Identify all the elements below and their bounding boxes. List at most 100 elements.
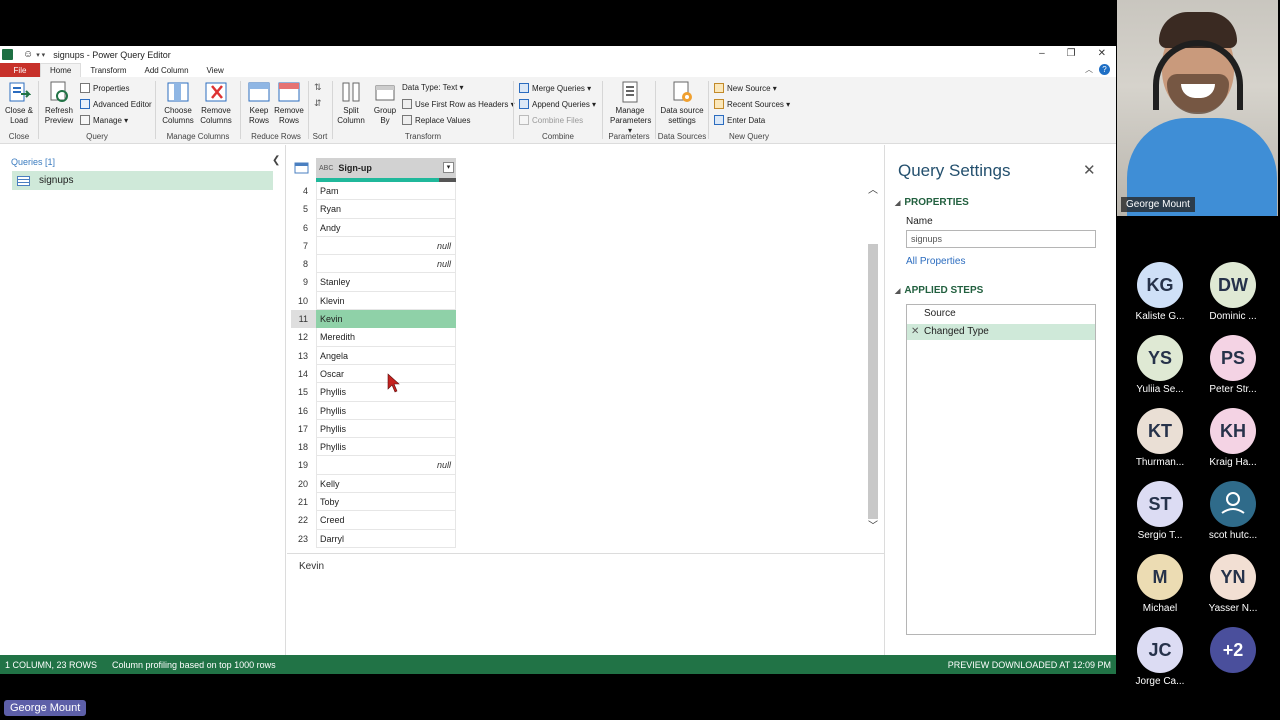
row-number[interactable]: 17 bbox=[291, 420, 316, 438]
remove-rows-button[interactable]: Remove Rows bbox=[272, 80, 306, 126]
quick-access-dropdown-icon[interactable]: ▾ ▾ bbox=[36, 51, 45, 59]
replace-values-button[interactable]: Replace Values bbox=[402, 115, 470, 125]
participant-tile[interactable]: DW Dominic ... bbox=[1197, 262, 1269, 322]
table-cell[interactable]: Phyllis bbox=[316, 401, 456, 420]
advanced-editor-button[interactable]: Advanced Editor bbox=[80, 99, 152, 109]
collapse-queries-icon[interactable]: ❮ bbox=[272, 155, 280, 166]
row-number[interactable]: 11 bbox=[291, 310, 316, 329]
choose-columns-button[interactable]: Choose Columns bbox=[161, 80, 195, 126]
participant-tile[interactable]: KH Kraig Ha... bbox=[1197, 408, 1269, 468]
split-column-button[interactable]: Split Column bbox=[334, 80, 368, 126]
table-row[interactable]: 19 null bbox=[291, 456, 456, 475]
table-cell[interactable]: Darryl bbox=[316, 529, 456, 548]
table-cell[interactable]: Pam bbox=[316, 182, 456, 201]
table-cell[interactable]: Toby bbox=[316, 493, 456, 512]
table-row[interactable]: 13 Angela bbox=[291, 346, 456, 365]
tab-file[interactable]: File bbox=[0, 63, 40, 77]
table-cell[interactable]: Oscar bbox=[316, 364, 456, 384]
table-row[interactable]: 16 Phyllis bbox=[291, 401, 456, 420]
participant-tile[interactable]: PS Peter Str... bbox=[1197, 335, 1269, 395]
table-row[interactable]: 20 Kelly bbox=[291, 474, 456, 494]
help-icon[interactable]: ? bbox=[1099, 64, 1110, 75]
refresh-preview-button[interactable]: Refresh Preview bbox=[42, 80, 76, 126]
table-cell[interactable]: Stanley bbox=[316, 273, 456, 292]
row-number[interactable]: 16 bbox=[291, 402, 316, 420]
collapse-ribbon-icon[interactable]: ︿ bbox=[1085, 64, 1093, 75]
participant-tile[interactable]: YS Yuliia Se... bbox=[1124, 335, 1196, 395]
participant-tile[interactable]: JC Jorge Ca... bbox=[1124, 627, 1196, 687]
table-row[interactable]: 15 Phyllis bbox=[291, 383, 456, 402]
table-menu-icon[interactable] bbox=[291, 158, 316, 178]
all-properties-link[interactable]: All Properties bbox=[906, 256, 965, 267]
tab-transform[interactable]: Transform bbox=[81, 63, 135, 77]
table-cell[interactable]: Creed bbox=[316, 511, 456, 530]
row-number[interactable]: 12 bbox=[291, 328, 316, 346]
table-row[interactable]: 11 Kevin bbox=[291, 310, 456, 329]
data-type-dropdown[interactable]: Data Type: Text ▾ bbox=[402, 83, 464, 92]
participant-tile[interactable]: KG Kaliste G... bbox=[1124, 262, 1196, 322]
table-cell[interactable]: Angela bbox=[316, 346, 456, 365]
row-number[interactable]: 18 bbox=[291, 438, 316, 456]
append-queries-button[interactable]: Append Queries ▾ bbox=[519, 99, 596, 109]
table-cell[interactable]: Meredith bbox=[316, 328, 456, 347]
query-item-signups[interactable]: signups bbox=[12, 171, 273, 190]
row-number[interactable]: 21 bbox=[291, 493, 316, 511]
step-changed-type[interactable]: ✕ Changed Type bbox=[907, 324, 1095, 340]
table-row[interactable]: 17 Phyllis bbox=[291, 419, 456, 439]
row-number[interactable]: 22 bbox=[291, 511, 316, 529]
step-source[interactable]: Source bbox=[907, 306, 1095, 322]
table-row[interactable]: 7 null bbox=[291, 236, 456, 256]
participant-tile[interactable]: KT Thurman... bbox=[1124, 408, 1196, 468]
row-number[interactable]: 14 bbox=[291, 365, 316, 383]
participant-tile[interactable]: ST Sergio T... bbox=[1124, 481, 1196, 541]
manage-parameters-button[interactable]: Manage Parameters ▾ bbox=[610, 80, 651, 136]
manage-button[interactable]: Manage ▾ bbox=[80, 115, 128, 125]
table-row[interactable]: 9 Stanley bbox=[291, 273, 456, 292]
row-number[interactable]: 23 bbox=[291, 530, 316, 548]
row-number[interactable]: 9 bbox=[291, 273, 316, 291]
table-cell[interactable]: Kelly bbox=[316, 474, 456, 494]
participant-tile[interactable]: scot hutc... bbox=[1197, 481, 1269, 541]
participant-tile[interactable]: +2 bbox=[1197, 627, 1269, 676]
table-row[interactable]: 4 Pam bbox=[291, 182, 456, 201]
table-row[interactable]: 23 Darryl bbox=[291, 529, 456, 548]
collapse-triangle-icon[interactable]: ◢ bbox=[895, 288, 900, 295]
filter-dropdown-icon[interactable]: ▾ bbox=[443, 162, 454, 173]
status-profiling[interactable]: Column profiling based on top 1000 rows bbox=[112, 660, 276, 670]
table-cell[interactable]: null bbox=[316, 456, 456, 475]
query-name-field[interactable] bbox=[906, 230, 1096, 248]
group-by-button[interactable]: Group By bbox=[368, 80, 402, 126]
row-number[interactable]: 6 bbox=[291, 219, 316, 237]
tab-view[interactable]: View bbox=[198, 63, 233, 77]
properties-button[interactable]: Properties bbox=[80, 83, 129, 93]
close-window-icon[interactable]: ✕ bbox=[1098, 48, 1106, 59]
vertical-scrollbar[interactable]: ︿ ﹀ bbox=[866, 179, 880, 532]
queries-header[interactable]: Queries [1] bbox=[11, 157, 55, 167]
row-number[interactable]: 5 bbox=[291, 200, 316, 218]
tab-add-column[interactable]: Add Column bbox=[136, 63, 198, 77]
table-row[interactable]: 6 Andy bbox=[291, 218, 456, 237]
table-row[interactable]: 8 null bbox=[291, 255, 456, 274]
table-cell[interactable]: Kevin bbox=[316, 310, 456, 329]
restore-icon[interactable]: ❐ bbox=[1067, 48, 1076, 59]
table-cell[interactable]: Klevin bbox=[316, 291, 456, 311]
combine-files-button[interactable]: Combine Files bbox=[519, 115, 583, 125]
enter-data-button[interactable]: Enter Data bbox=[714, 115, 765, 125]
properties-section[interactable]: ◢ PROPERTIES bbox=[895, 197, 969, 208]
close-query-settings-icon[interactable]: ✕ bbox=[1083, 161, 1096, 179]
text-type-icon[interactable]: ABC bbox=[319, 165, 333, 172]
table-cell[interactable]: Phyllis bbox=[316, 383, 456, 402]
table-cell[interactable]: null bbox=[316, 236, 456, 256]
delete-step-icon[interactable]: ✕ bbox=[911, 324, 919, 340]
tab-home[interactable]: Home bbox=[40, 63, 82, 77]
table-row[interactable]: 22 Creed bbox=[291, 511, 456, 530]
table-row[interactable]: 10 Klevin bbox=[291, 291, 456, 311]
scroll-down-icon[interactable]: ﹀ bbox=[866, 517, 880, 532]
remove-columns-button[interactable]: Remove Columns bbox=[199, 80, 233, 126]
use-first-row-headers-button[interactable]: Use First Row as Headers ▾ bbox=[402, 99, 515, 109]
scroll-up-icon[interactable]: ︿ bbox=[866, 181, 880, 196]
row-number[interactable]: 19 bbox=[291, 456, 316, 474]
applied-steps-section[interactable]: ◢ APPLIED STEPS bbox=[895, 285, 983, 296]
close-load-button[interactable]: Close & Load bbox=[2, 80, 36, 126]
recent-sources-button[interactable]: Recent Sources ▾ bbox=[714, 99, 790, 109]
